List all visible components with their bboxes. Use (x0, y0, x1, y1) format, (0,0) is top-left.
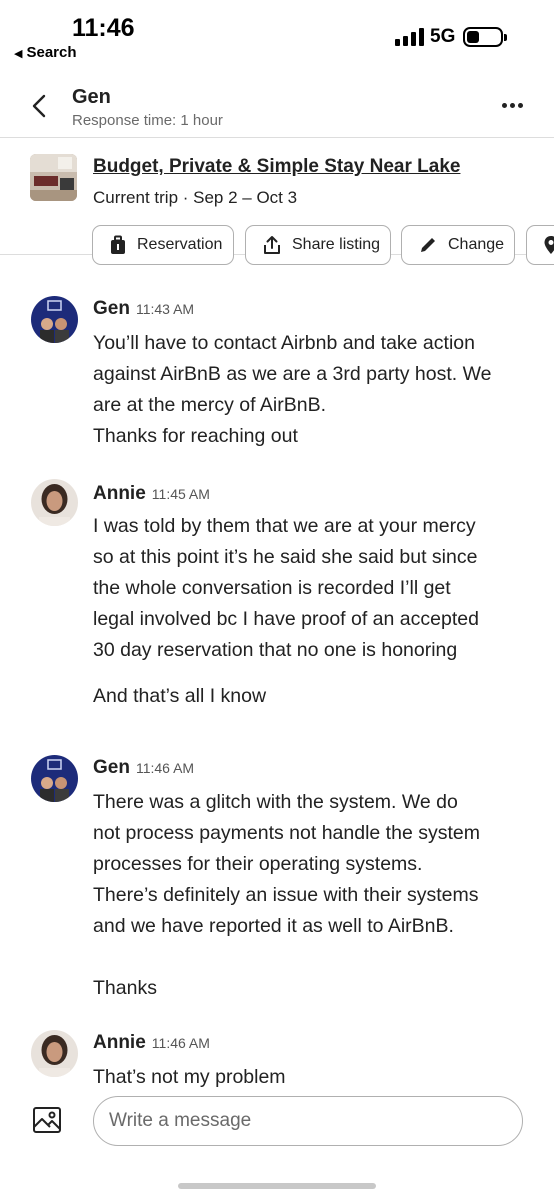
message-line: There’s definitely an issue with their s… (93, 884, 479, 906)
message-time: 11:46 AM (151, 1035, 210, 1051)
back-triangle-icon: ◀ (14, 48, 23, 60)
image-icon (33, 1107, 61, 1133)
gen-avatar[interactable] (31, 755, 78, 802)
sender-name: Gen (93, 757, 130, 778)
share-listing-label: Share listing (292, 236, 381, 253)
message-body: That’s not my problem (93, 1062, 533, 1088)
suitcase-icon (111, 235, 125, 254)
message-body: I was told by them that we are at your m… (93, 511, 533, 712)
message-line: You’ll have to contact Airbnb and take a… (93, 332, 475, 354)
message-composer (0, 1088, 554, 1200)
attach-photo-button[interactable] (32, 1106, 62, 1134)
gen-avatar[interactable] (31, 296, 78, 343)
share-icon (264, 236, 280, 254)
message-line: And that’s all I know (93, 685, 267, 707)
message-line: not process payments not handle the syst… (93, 822, 480, 844)
message-thread[interactable]: Gen 11:43 AM You’ll have to contact Airbn… (0, 256, 554, 1088)
message-line: Thanks for reaching out (93, 425, 298, 447)
annie-avatar[interactable] (31, 479, 78, 526)
pencil-icon (421, 238, 435, 252)
back-app-label: Search (26, 44, 77, 61)
response-time: Response time: 1 hour (72, 112, 223, 129)
chevron-left-icon (32, 94, 46, 118)
message-line: are at the mercy of AirBnB. (93, 394, 327, 416)
back-button[interactable] (26, 92, 54, 120)
map-pin-icon (544, 236, 554, 254)
message-line: legal involved bc I have proof of an acc… (93, 608, 479, 630)
message-time: 11:43 AM (135, 301, 195, 317)
message-time: 11:46 AM (135, 760, 195, 776)
message-spacer (93, 666, 533, 681)
change-label: Change (448, 236, 505, 253)
more-options-button[interactable] (500, 96, 526, 116)
host-name: Gen (72, 86, 111, 108)
message-body: You’ll have to contact Airbnb and take a… (93, 328, 533, 452)
status-bar: 11:46 ◀ Search 5G (0, 0, 554, 70)
back-to-search-link[interactable]: ◀ Search (14, 44, 77, 61)
message-line: That’s not my problem (93, 1066, 286, 1088)
message-line: There was a glitch with the system. We d… (93, 791, 458, 813)
sender-name: Gen (93, 298, 130, 319)
message-line: so at this point it’s he said she said b… (93, 546, 478, 568)
sender-line: Annie 11:46 AM (93, 1032, 210, 1054)
message-line: 30 day reservation that no one is honori… (93, 639, 458, 661)
reservation-label: Reservation (137, 236, 223, 253)
sender-name: Annie (93, 483, 146, 504)
network-type: 5G (430, 26, 456, 47)
message-line: the whole conversation is recorded I’ll … (93, 577, 451, 599)
message-line: against AirBnB as we are a 3rd party hos… (93, 363, 492, 385)
sender-line: Annie 11:45 AM (93, 483, 210, 505)
battery-icon (463, 27, 507, 47)
message-spacer (93, 942, 533, 973)
annie-avatar[interactable] (31, 1030, 78, 1077)
message-line: I was told by them that we are at your m… (93, 515, 476, 537)
listing-thumbnail[interactable] (30, 154, 77, 201)
message-line: processes for their operating systems. (93, 853, 423, 875)
sender-line: Gen 11:46 AM (93, 757, 194, 779)
trip-dates: Current trip · Sep 2 – Oct 3 (93, 188, 298, 207)
sender-name: Annie (93, 1032, 146, 1053)
message-body: There was a glitch with the system. We d… (93, 787, 533, 1004)
clock: 11:46 (72, 14, 135, 42)
message-line: and we have reported it as well to AirBn… (93, 915, 454, 937)
sender-line: Gen 11:43 AM (93, 298, 194, 320)
message-time: 11:45 AM (151, 486, 210, 502)
listing-title-link[interactable]: Budget, Private & Simple Stay Near Lake (93, 156, 460, 178)
cellular-signal-icon (395, 28, 425, 46)
message-line: Thanks (93, 977, 157, 999)
listing-summary: Budget, Private & Simple Stay Near Lake … (0, 139, 554, 265)
home-indicator[interactable] (178, 1183, 376, 1189)
message-input[interactable] (93, 1096, 523, 1146)
conversation-header: Gen Response time: 1 hour (0, 72, 554, 138)
